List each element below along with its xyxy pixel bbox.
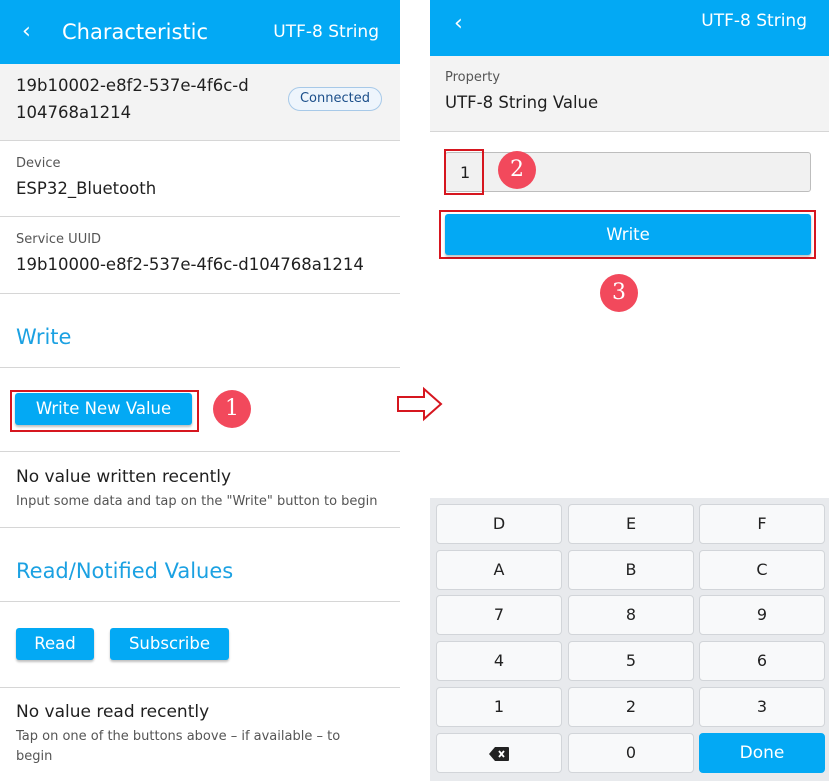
write-screen-header: ‹ UTF-8 String <box>430 0 829 56</box>
characteristic-uuid: 19b10002-e8f2-537e-4f6c-d104768a1214 <box>16 76 249 122</box>
read-empty-title: No value read recently <box>16 702 210 722</box>
backspace-icon <box>489 746 509 761</box>
key-c[interactable]: C <box>699 550 825 590</box>
key-0[interactable]: 0 <box>568 733 694 773</box>
read-action-row: Read Subscribe <box>0 602 400 688</box>
arrow-right-icon <box>397 386 443 422</box>
device-row: Device ESP32_Bluetooth <box>0 141 400 217</box>
read-section-header: Read/Notified Values <box>0 528 400 602</box>
step-2-badge: 2 <box>498 151 536 189</box>
service-uuid: 19b10000-e8f2-537e-4f6c-d104768a1214 <box>16 255 364 274</box>
key-d[interactable]: D <box>436 504 562 544</box>
read-empty-state: No value read recently Tap on one of the… <box>0 688 400 781</box>
key-9[interactable]: 9 <box>699 595 825 635</box>
property-block: Property UTF-8 String Value <box>430 56 829 132</box>
key-6[interactable]: 6 <box>699 641 825 681</box>
write-section-header: Write <box>0 294 400 368</box>
characteristic-screen: ‹ Characteristic UTF-8 String 19b10002-e… <box>0 0 400 781</box>
app-header: ‹ Characteristic UTF-8 String <box>0 0 400 64</box>
status-badge: Connected <box>287 87 382 111</box>
subscribe-button[interactable]: Subscribe <box>110 628 229 660</box>
key-8[interactable]: 8 <box>568 595 694 635</box>
read-empty-hint: Tap on one of the buttons above – if ava… <box>16 729 341 764</box>
highlight-box <box>444 149 484 195</box>
service-uuid-label: Service UUID <box>16 232 102 247</box>
property-label: Property <box>445 70 501 85</box>
step-3-badge: 3 <box>600 274 638 312</box>
key-3[interactable]: 3 <box>699 687 825 727</box>
key-2[interactable]: 2 <box>568 687 694 727</box>
key-5[interactable]: 5 <box>568 641 694 681</box>
hex-keyboard: D E F A B C 7 8 9 4 5 6 1 2 3 0 Done <box>430 498 829 781</box>
characteristic-uuid-block: 19b10002-e8f2-537e-4f6c-d104768a1214 Con… <box>0 64 400 141</box>
done-key[interactable]: Done <box>699 733 825 773</box>
backspace-key[interactable] <box>436 733 562 773</box>
key-7[interactable]: 7 <box>436 595 562 635</box>
key-a[interactable]: A <box>436 550 562 590</box>
write-empty-state: No value written recently Input some dat… <box>0 452 400 528</box>
write-new-value-button[interactable]: Write New Value <box>15 393 192 425</box>
key-1[interactable]: 1 <box>436 687 562 727</box>
write-action-row: Write New Value 1 <box>0 368 400 452</box>
page-title: Characteristic <box>62 20 209 44</box>
write-empty-hint: Input some data and tap on the "Write" b… <box>16 494 378 509</box>
write-section-title: Write <box>16 325 72 349</box>
step-1-badge: 1 <box>213 390 251 428</box>
key-4[interactable]: 4 <box>436 641 562 681</box>
device-name: ESP32_Bluetooth <box>16 179 157 198</box>
back-icon[interactable]: ‹ <box>454 10 463 38</box>
back-icon[interactable]: ‹ <box>22 18 31 46</box>
write-empty-title: No value written recently <box>16 467 232 487</box>
read-section-title: Read/Notified Values <box>16 559 234 583</box>
device-label: Device <box>16 156 61 171</box>
key-b[interactable]: B <box>568 550 694 590</box>
read-button[interactable]: Read <box>16 628 94 660</box>
property-value: UTF-8 String Value <box>445 93 599 112</box>
write-value-screen: ‹ UTF-8 String Property UTF-8 String Val… <box>430 0 829 390</box>
service-row: Service UUID 19b10000-e8f2-537e-4f6c-d10… <box>0 217 400 294</box>
write-button[interactable]: Write <box>445 214 811 255</box>
key-e[interactable]: E <box>568 504 694 544</box>
key-f[interactable]: F <box>699 504 825 544</box>
characteristic-format: UTF-8 String <box>701 11 807 31</box>
characteristic-format: UTF-8 String <box>273 22 379 42</box>
